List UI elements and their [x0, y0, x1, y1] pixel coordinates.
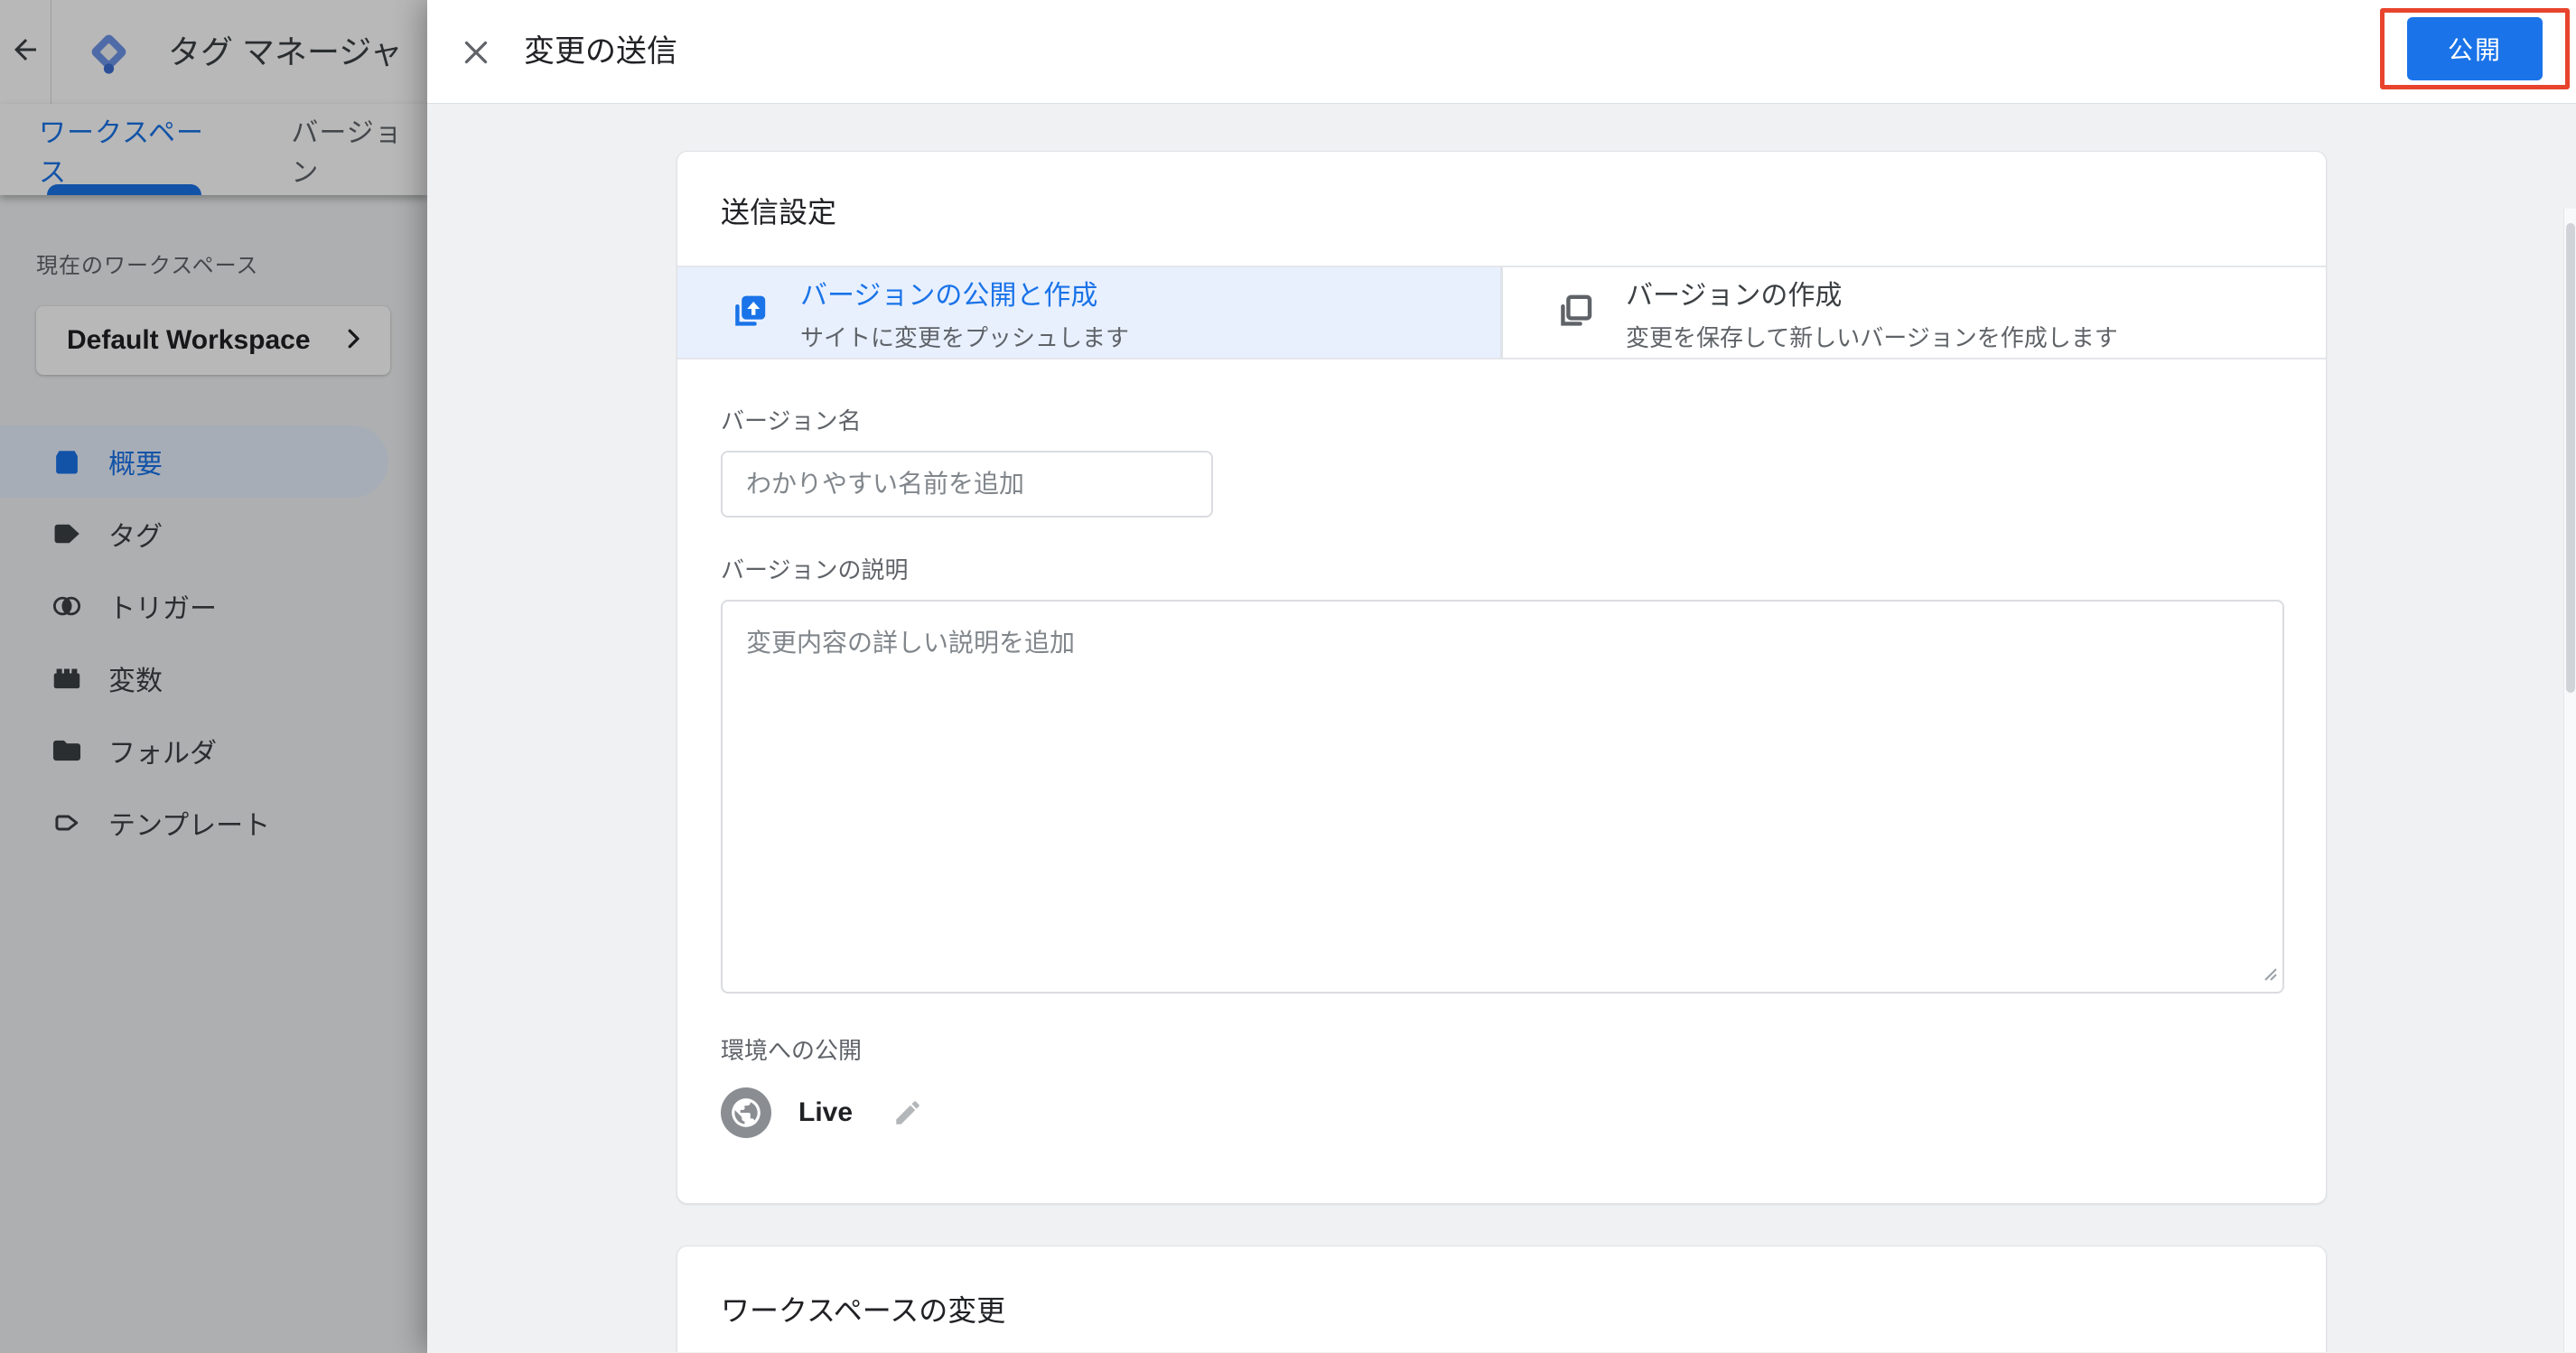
- submission-settings-card: 送信設定 バージョンの公: [677, 151, 2327, 1204]
- resize-handle-icon[interactable]: [2259, 963, 2279, 987]
- version-name-input[interactable]: [721, 451, 1213, 518]
- submit-changes-dialog: 変更の送信 公開 送信設定: [427, 0, 2576, 1353]
- version-description-label: バージョンの説明: [721, 552, 2282, 585]
- dialog-body: 送信設定 バージョンの公: [427, 104, 2576, 1352]
- option-title: バージョンの公開と作成: [800, 273, 1129, 313]
- submission-options: バージョンの公開と作成 サイトに変更をプッシュします: [677, 266, 2326, 359]
- environment-row: Live: [721, 1087, 2282, 1138]
- workspace-changes-card: ワークスペースの変更: [677, 1246, 2327, 1352]
- create-version-icon: [1554, 291, 1597, 334]
- environment-label: 環境への公開: [721, 1032, 2282, 1066]
- globe-icon: [721, 1087, 771, 1138]
- workspace-changes-title: ワークスペースの変更: [721, 1288, 2282, 1330]
- scrollbar-thumb[interactable]: [2566, 223, 2575, 693]
- option-title: バージョンの作成: [1626, 273, 2118, 313]
- version-description-input[interactable]: [721, 600, 2284, 994]
- publish-button[interactable]: 公開: [2407, 17, 2543, 80]
- close-icon[interactable]: [460, 36, 492, 69]
- publish-annotation-box: 公開: [2380, 8, 2570, 89]
- option-subtitle: 変更を保存して新しいバージョンを作成します: [1626, 320, 2118, 353]
- option-publish-and-create-version[interactable]: バージョンの公開と作成 サイトに変更をプッシュします: [677, 267, 1500, 358]
- option-subtitle: サイトに変更をプッシュします: [800, 320, 1129, 353]
- edit-pencil-icon[interactable]: [892, 1097, 923, 1128]
- dialog-title: 変更の送信: [524, 0, 677, 104]
- version-form: バージョン名 バージョンの説明 環境への公開: [677, 359, 2326, 1203]
- environment-name: Live: [798, 1097, 853, 1128]
- submission-card-title: 送信設定: [721, 190, 2282, 231]
- option-create-version[interactable]: バージョンの作成 変更を保存して新しいバージョンを作成します: [1503, 267, 2326, 358]
- vertical-scrollbar[interactable]: [2563, 209, 2576, 1352]
- gtm-submit-changes-screen: タグ マネージャ ワークスペース バージョン 現在のワークスペース Defaul…: [0, 0, 2576, 1353]
- publish-version-icon: [728, 291, 771, 334]
- version-name-label: バージョン名: [721, 403, 2282, 436]
- modal-scrim[interactable]: [0, 0, 427, 1353]
- dialog-header: 変更の送信 公開: [427, 0, 2576, 104]
